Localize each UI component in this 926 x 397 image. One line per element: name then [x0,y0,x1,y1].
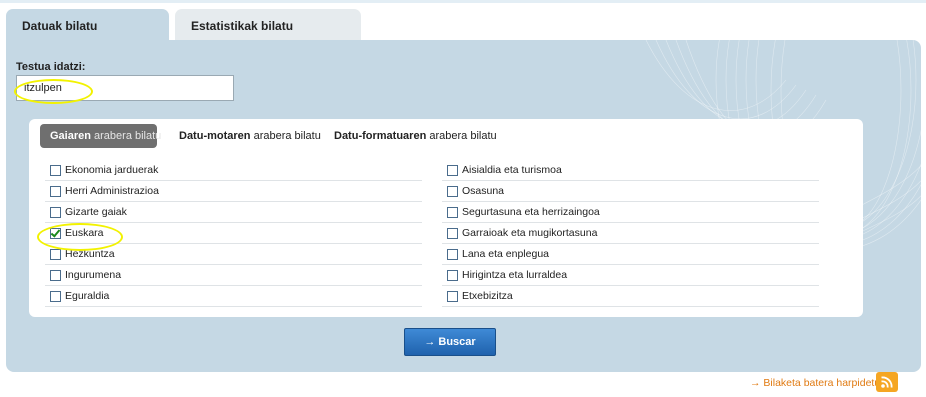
topic-label: Aisialdia eta turismoa [462,164,562,176]
topic-row[interactable]: Ekonomia jarduerak [45,160,422,181]
subscribe-link[interactable]: → Bilaketa batera harpidetu [750,377,880,389]
topic-label: Ekonomia jarduerak [65,164,159,176]
topic-row[interactable]: Hezkuntza [45,244,422,265]
topic-label: Lana eta enplegua [462,248,549,260]
tab-datuak-bilatu[interactable]: Datuak bilatu [6,9,169,43]
topic-row[interactable]: Osasuna [442,181,819,202]
topic-checkbox[interactable] [50,164,61,176]
topic-checkbox-checked[interactable] [50,227,61,239]
topic-row[interactable]: Eguraldia [45,286,422,307]
topic-checkbox[interactable] [50,185,61,197]
topic-checkbox[interactable] [447,164,458,176]
topic-label: Gizarte gaiak [65,206,127,218]
topic-label: Hezkuntza [65,248,115,260]
topic-label: Segurtasuna eta herrizaingoa [462,206,600,218]
topic-checkbox[interactable] [447,248,458,260]
filter-tab-gaiaren[interactable]: Gaiaren arabera bilatu [40,124,161,148]
topic-row[interactable]: Euskara [45,223,422,244]
rss-icon[interactable] [876,372,898,392]
topic-checkbox[interactable] [447,206,458,218]
topic-row[interactable]: Hirigintza eta lurraldea [442,265,819,286]
topic-label: Garraioak eta mugikortasuna [462,227,598,239]
topic-label: Hirigintza eta lurraldea [462,269,568,281]
topic-checkbox[interactable] [50,248,61,260]
filter-tab-rest: arabera bilatu [426,130,497,142]
topic-row[interactable]: Aisialdia eta turismoa [442,160,819,181]
filter-tab-rest: arabera bilatu [90,130,162,142]
topic-list-right: Aisialdia eta turismoa Osasuna Segurtasu… [442,160,819,307]
filter-tab-bold: Datu-motaren [179,130,251,142]
filter-tab-bold: Gaiaren [50,130,91,142]
topic-label: Eguraldia [65,290,110,302]
topic-label: Ingurumena [65,269,122,281]
topic-row[interactable]: Garraioak eta mugikortasuna [442,223,819,244]
topic-checkbox[interactable] [447,185,458,197]
topic-checkbox[interactable] [447,290,458,302]
topic-row[interactable]: Etxebizitza [442,286,819,307]
filter-tab-datu-motaren[interactable]: Datu-motaren arabera bilatu [179,124,321,148]
topic-row[interactable]: Ingurumena [45,265,422,286]
topic-list-left: Ekonomia jarduerak Herri Administrazioa … [45,160,422,307]
topic-checkbox[interactable] [447,227,458,239]
filter-tab-bold: Datu-formatuaren [334,130,427,142]
topic-row[interactable]: Lana eta enplegua [442,244,819,265]
search-button[interactable]: → Buscar [404,328,496,356]
topic-checkbox[interactable] [50,206,61,218]
topic-row[interactable]: Herri Administrazioa [45,181,422,202]
topic-checkbox[interactable] [50,269,61,281]
filter-tab-rest: arabera bilatu [250,130,321,142]
topic-label: Etxebizitza [462,290,513,302]
top-border [0,0,926,3]
topic-label: Osasuna [462,185,505,197]
topic-row[interactable]: Gizarte gaiak [45,202,422,223]
search-input[interactable] [16,75,234,101]
rss-icon-glyph [881,376,893,388]
topic-checkbox[interactable] [50,290,61,302]
topic-label: Herri Administrazioa [65,185,159,197]
tab-estatistikak-bilatu[interactable]: Estatistikak bilatu [175,9,361,41]
search-label: Testua idatzi: [16,61,86,73]
search-panel: Testua idatzi: Gaiaren arabera bilatu Da… [6,40,921,372]
filter-box: Gaiaren arabera bilatu Datu-motaren arab… [29,119,863,317]
topic-row[interactable]: Segurtasuna eta herrizaingoa [442,202,819,223]
topic-label: Euskara [65,227,104,239]
topic-checkbox[interactable] [447,269,458,281]
filter-tab-datu-formatuaren[interactable]: Datu-formatuaren arabera bilatu [334,124,497,148]
